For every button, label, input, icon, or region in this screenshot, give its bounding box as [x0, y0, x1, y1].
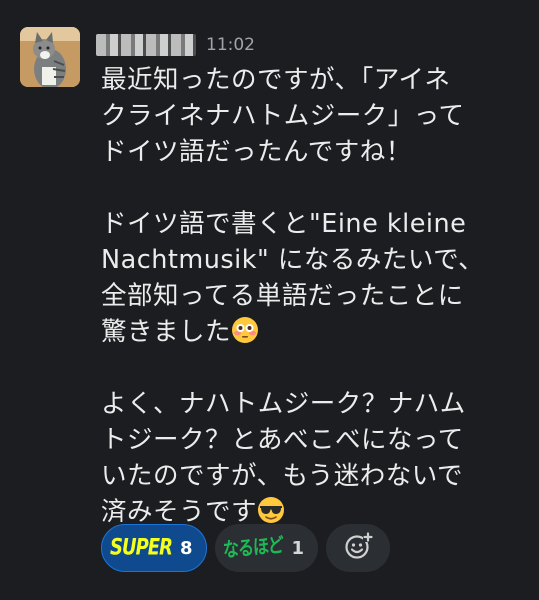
reactions-bar: SUPER 8 なるほど 1 — [101, 524, 391, 572]
message-body: 最近知ったのですが、「アイネ クライネナハトムジーク」って ドイツ語だったんです… — [101, 62, 521, 530]
reaction-count: 1 — [291, 537, 305, 559]
reaction-count: 8 — [179, 537, 193, 559]
sender-name-blurred[interactable] — [96, 34, 196, 56]
message-line: 驚きました — [101, 317, 232, 347]
message-line: 最近知ったのですが、「アイネ — [101, 65, 451, 95]
message-line: ドイツ語だったんですね！ — [101, 137, 412, 167]
reaction-naruhodo[interactable]: なるほど 1 — [215, 524, 319, 572]
reaction-super[interactable]: SUPER 8 — [101, 524, 208, 572]
add-reaction-button[interactable] — [326, 524, 391, 572]
super-emoji: SUPER — [110, 534, 173, 561]
naruhodo-emoji: なるほど — [222, 532, 285, 562]
sunglasses-face-emoji — [257, 496, 285, 524]
flushed-face-emoji — [231, 316, 259, 344]
message-line: よく、ナハトムジーク？ナハム — [101, 389, 466, 419]
message-line-with-emoji: 驚きました — [101, 314, 521, 350]
message-line: 済みそうです — [101, 497, 258, 527]
message-header: 11:02 — [96, 30, 255, 60]
message-line: ドイツ語で書くと"Eine kleine — [101, 209, 467, 239]
message-line: いたのですが、もう迷わないで — [101, 461, 463, 491]
avatar[interactable] — [20, 27, 80, 87]
message-line: Nachtmusik" になるみたいで、 — [101, 245, 485, 275]
message-line: トジーク？とあべこべになって — [101, 425, 464, 455]
timestamp[interactable]: 11:02 — [206, 35, 255, 55]
add-reaction-icon — [343, 531, 374, 565]
message-line: 全部知ってる単語だったことに — [101, 281, 464, 311]
message-line: クライネナハトムジーク」って — [101, 101, 465, 131]
